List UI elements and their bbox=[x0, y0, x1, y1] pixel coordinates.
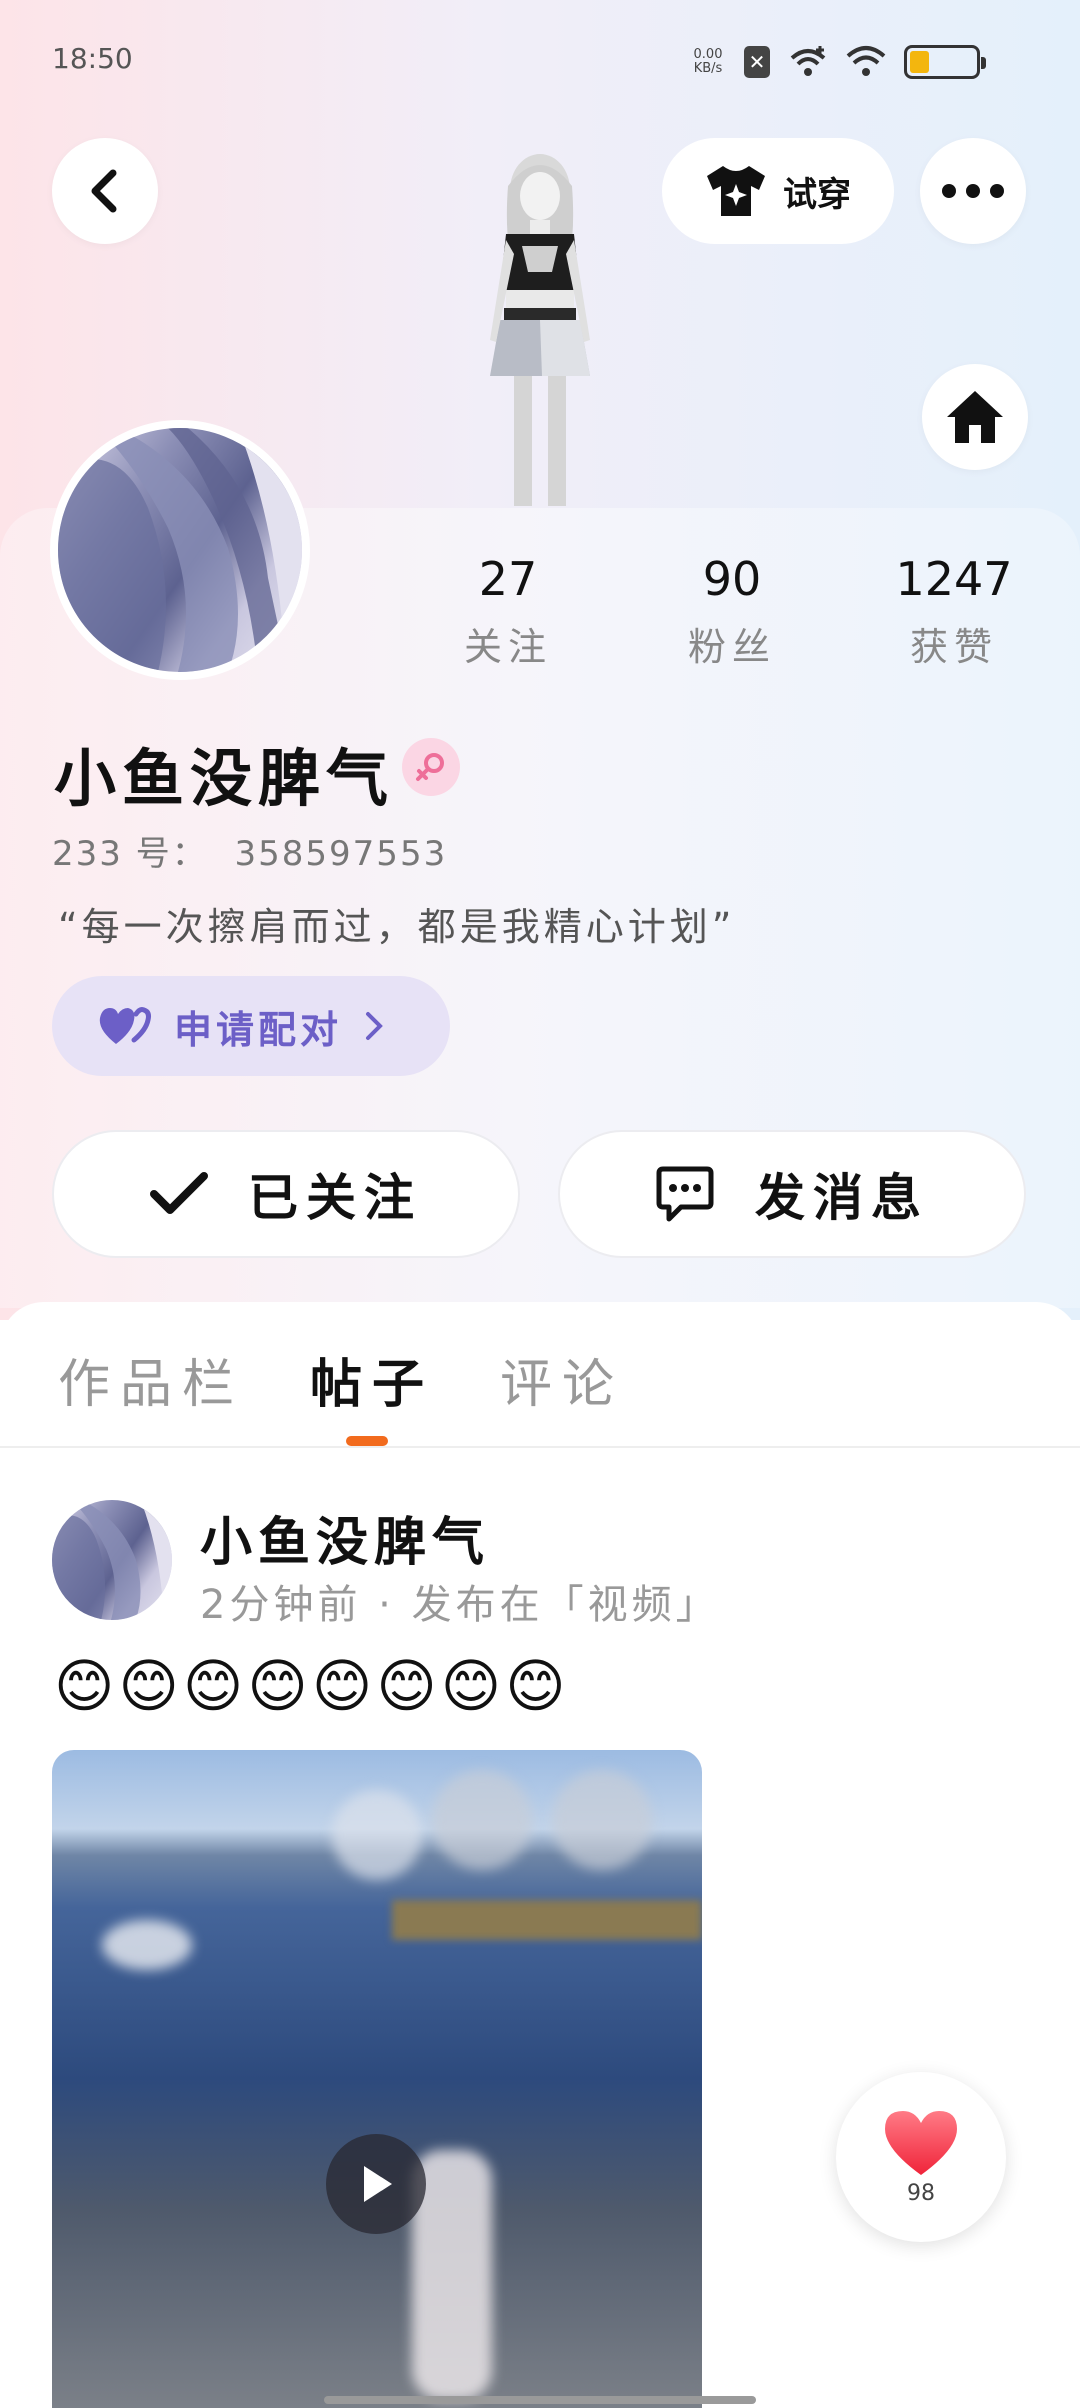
chevron-right-icon bbox=[366, 1012, 383, 1040]
tab-comments[interactable]: 评论 bbox=[500, 1342, 624, 1417]
post-avatar-image bbox=[52, 1500, 172, 1620]
net-speed-unit: KB/s bbox=[693, 61, 723, 76]
post-meta: 2分钟前 · 发布在「视频」 bbox=[200, 1582, 720, 1628]
stat-following-value: 27 bbox=[478, 552, 538, 606]
like-button[interactable]: 98 bbox=[836, 2072, 1006, 2242]
home-icon bbox=[947, 391, 1003, 443]
user-id-label: 233 号： bbox=[52, 834, 208, 874]
tab-posts[interactable]: 帖子 bbox=[310, 1342, 434, 1417]
stat-likes-label: 获赞 bbox=[909, 625, 998, 669]
user-id-value: 358597553 bbox=[234, 834, 448, 874]
chat-bubble-icon bbox=[656, 1166, 714, 1222]
back-button[interactable] bbox=[52, 138, 158, 244]
play-button[interactable] bbox=[326, 2134, 426, 2234]
profile-tabs: 作品栏 帖子 评论 bbox=[0, 1302, 1080, 1448]
message-label: 发消息 bbox=[755, 1169, 929, 1227]
check-icon bbox=[150, 1172, 208, 1214]
avatar[interactable] bbox=[50, 420, 310, 680]
wifi-icon bbox=[846, 46, 886, 76]
try-on-label: 试穿 bbox=[783, 174, 851, 215]
try-on-button[interactable]: 试穿 bbox=[662, 138, 894, 244]
video-blur-shape bbox=[552, 1770, 652, 1870]
stat-following[interactable]: 27 关注 bbox=[428, 552, 588, 671]
stat-likes[interactable]: 1247 获赞 bbox=[874, 552, 1034, 671]
post-author-avatar[interactable] bbox=[52, 1500, 172, 1620]
message-button[interactable]: 发消息 bbox=[558, 1130, 1026, 1258]
character-avatar-image[interactable] bbox=[430, 150, 650, 508]
play-icon bbox=[364, 2166, 392, 2202]
more-horizontal-icon bbox=[942, 184, 1004, 198]
video-blur-shape bbox=[102, 1920, 192, 1970]
active-tab-indicator bbox=[346, 1436, 388, 1446]
apply-pair-button[interactable]: 申请配对 bbox=[52, 976, 450, 1076]
wifi-plus-icon bbox=[790, 46, 826, 76]
follow-button[interactable]: 已关注 bbox=[52, 1130, 520, 1258]
video-blur-roof bbox=[392, 1900, 702, 1940]
user-id: 233 号： 358597553 bbox=[52, 826, 447, 875]
apply-pair-label: 申请配对 bbox=[174, 1007, 343, 1052]
profile-username: 小鱼没脾气 bbox=[54, 742, 395, 815]
video-blur-shape bbox=[432, 1770, 532, 1870]
more-button[interactable] bbox=[920, 138, 1026, 244]
post-author-name[interactable]: 小鱼没脾气 bbox=[200, 1500, 490, 1575]
no-sim-icon: ✕ bbox=[744, 46, 770, 78]
post-text: 😊😊😊😊😊😊😊😊 bbox=[54, 1652, 570, 1720]
stat-fans[interactable]: 90 粉丝 bbox=[652, 552, 812, 671]
net-speed: 0.00 KB/s bbox=[690, 48, 726, 76]
net-speed-value: 0.00 bbox=[693, 47, 723, 62]
like-count: 98 bbox=[907, 2180, 935, 2206]
home-button[interactable] bbox=[922, 364, 1028, 470]
stat-following-label: 关注 bbox=[463, 625, 552, 669]
female-icon bbox=[402, 738, 460, 796]
heart-icon bbox=[885, 2110, 957, 2175]
avatar-image bbox=[58, 428, 302, 672]
status-icons: 0.00 KB/s ✕ bbox=[690, 42, 986, 82]
stat-fans-value: 90 bbox=[702, 552, 762, 606]
status-time: 18:50 bbox=[52, 42, 133, 75]
follow-label: 已关注 bbox=[248, 1169, 422, 1227]
video-blur-shape bbox=[332, 1790, 422, 1880]
profile-bio: “每一次擦肩而过，都是我精心计划” bbox=[58, 905, 736, 949]
stat-likes-value: 1247 bbox=[895, 552, 1013, 606]
chevron-left-icon bbox=[91, 169, 117, 213]
battery-icon bbox=[904, 45, 986, 79]
battery-level bbox=[910, 51, 930, 73]
home-indicator[interactable] bbox=[324, 2396, 756, 2404]
tab-works[interactable]: 作品栏 bbox=[58, 1342, 244, 1417]
tshirt-icon bbox=[707, 166, 765, 216]
stat-fans-label: 粉丝 bbox=[687, 625, 776, 669]
post-video-thumbnail[interactable] bbox=[52, 1750, 702, 2408]
double-heart-icon bbox=[99, 1007, 151, 1044]
